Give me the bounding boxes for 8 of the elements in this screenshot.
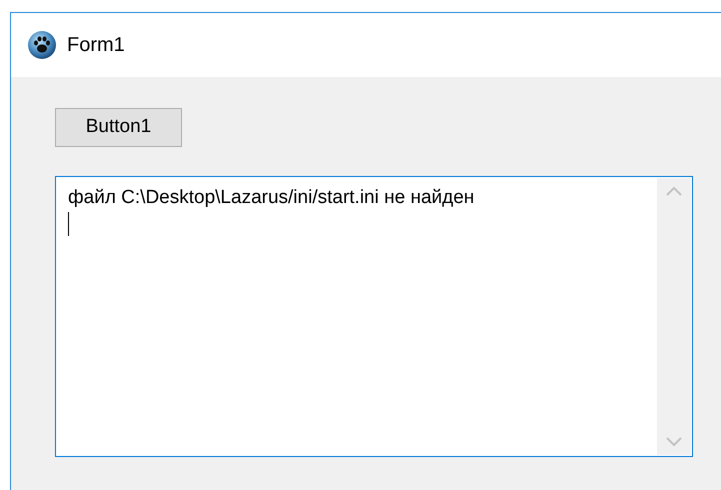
- window-title: Form1: [67, 33, 125, 58]
- text-cursor: [68, 212, 69, 236]
- memo-text: файл C:\Desktop\Lazarus/ini/start.ini не найден: [68, 186, 474, 210]
- scroll-down-icon[interactable]: [666, 437, 682, 447]
- scroll-up-icon[interactable]: [666, 186, 682, 196]
- paw-icon: [27, 30, 57, 60]
- button[interactable]: Button1: [55, 108, 182, 147]
- memo-field[interactable]: файл C:\Desktop\Lazarus/ini/start.ini не найден: [55, 176, 693, 457]
